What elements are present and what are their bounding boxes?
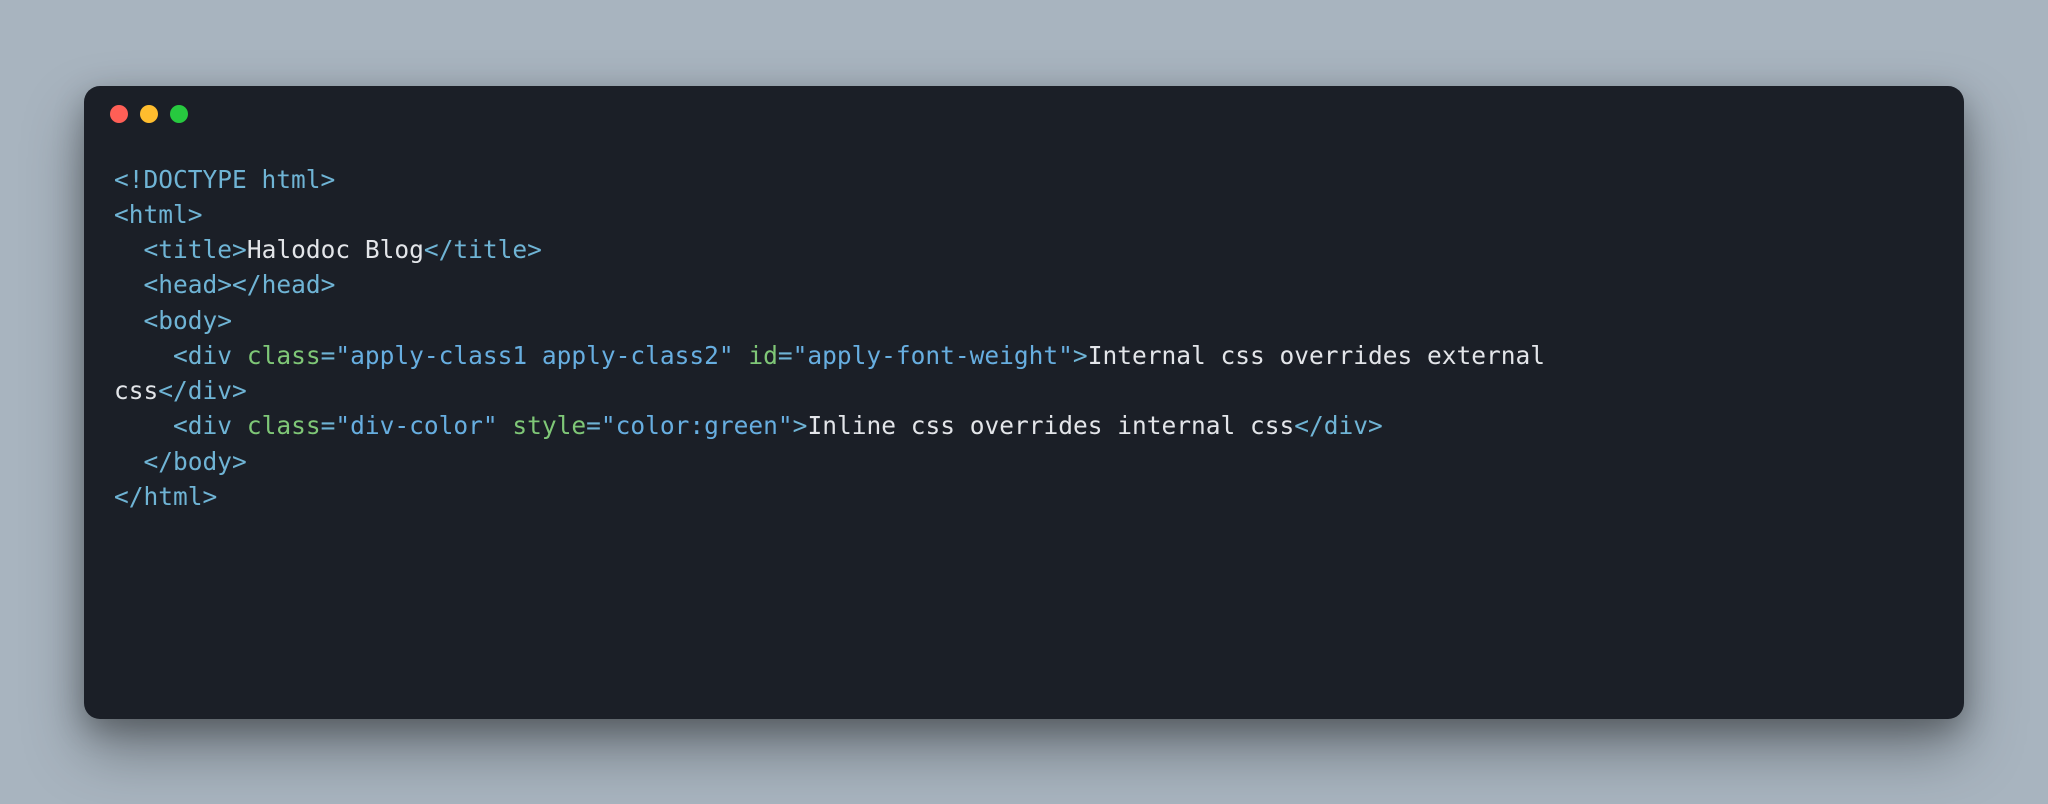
- code-token: >: [1368, 411, 1383, 440]
- code-token: title: [453, 235, 527, 264]
- code-token: "apply-class1 apply-class2": [335, 341, 733, 370]
- code-token: css: [114, 376, 158, 405]
- code-token: </: [158, 376, 188, 405]
- code-token: </: [144, 447, 174, 476]
- code-token: class: [247, 411, 321, 440]
- code-token: >: [321, 165, 336, 194]
- code-token: ></: [217, 270, 261, 299]
- code-token: body: [173, 447, 232, 476]
- code-token: </: [424, 235, 454, 264]
- code-token: <: [144, 235, 159, 264]
- code-token: "div-color": [335, 411, 497, 440]
- minimize-icon[interactable]: [140, 105, 158, 123]
- window-titlebar: [84, 86, 1964, 142]
- code-token: >: [217, 306, 232, 335]
- code-line: <!DOCTYPE html>: [114, 162, 1934, 197]
- code-token: >: [188, 200, 203, 229]
- code-line: </html>: [114, 479, 1934, 514]
- code-token: Halodoc Blog: [247, 235, 424, 264]
- code-token: [498, 411, 513, 440]
- code-token: =: [321, 411, 336, 440]
- code-token: Inline css overrides internal css: [807, 411, 1294, 440]
- code-token: id: [748, 341, 778, 370]
- code-line: <html>: [114, 197, 1934, 232]
- code-token: >: [232, 376, 247, 405]
- code-token: <: [173, 411, 188, 440]
- code-token: head: [158, 270, 217, 299]
- code-line: css</div>: [114, 373, 1934, 408]
- code-token: </: [114, 482, 144, 511]
- code-line: <div class="div-color" style="color:gree…: [114, 408, 1934, 443]
- code-token: <!: [114, 165, 144, 194]
- code-line: </body>: [114, 444, 1934, 479]
- code-token: [232, 411, 247, 440]
- code-token: =: [586, 411, 601, 440]
- code-token: class: [247, 341, 321, 370]
- code-token: [734, 341, 749, 370]
- code-token: div: [188, 376, 232, 405]
- code-token: >: [321, 270, 336, 299]
- code-line: <div class="apply-class1 apply-class2" i…: [114, 338, 1934, 373]
- code-token: <: [144, 306, 159, 335]
- code-token: head: [262, 270, 321, 299]
- code-token: div: [1324, 411, 1368, 440]
- code-token: <: [144, 270, 159, 299]
- code-token: html: [144, 482, 203, 511]
- code-window: <!DOCTYPE html><html> <title>Halodoc Blo…: [84, 86, 1964, 719]
- code-token: =: [321, 341, 336, 370]
- code-token: >: [793, 411, 808, 440]
- code-token: html: [129, 200, 188, 229]
- code-token: style: [512, 411, 586, 440]
- code-token: >: [1073, 341, 1088, 370]
- code-token: div: [188, 411, 232, 440]
- code-line: <title>Halodoc Blog</title>: [114, 232, 1934, 267]
- code-token: title: [158, 235, 232, 264]
- code-token: Internal css overrides external: [1088, 341, 1560, 370]
- code-token: =: [778, 341, 793, 370]
- code-line: <head></head>: [114, 267, 1934, 302]
- code-token: </: [1294, 411, 1324, 440]
- code-token: <: [114, 200, 129, 229]
- code-token: >: [232, 235, 247, 264]
- code-token: div: [188, 341, 232, 370]
- code-token: "apply-font-weight": [793, 341, 1073, 370]
- code-token: [232, 341, 247, 370]
- maximize-icon[interactable]: [170, 105, 188, 123]
- code-token: >: [527, 235, 542, 264]
- close-icon[interactable]: [110, 105, 128, 123]
- code-token: DOCTYPE html: [144, 165, 321, 194]
- code-token: >: [232, 447, 247, 476]
- code-token: >: [203, 482, 218, 511]
- code-token: body: [158, 306, 217, 335]
- code-token: "color:green": [601, 411, 793, 440]
- code-editor: <!DOCTYPE html><html> <title>Halodoc Blo…: [84, 142, 1964, 545]
- code-token: <: [173, 341, 188, 370]
- code-line: <body>: [114, 303, 1934, 338]
